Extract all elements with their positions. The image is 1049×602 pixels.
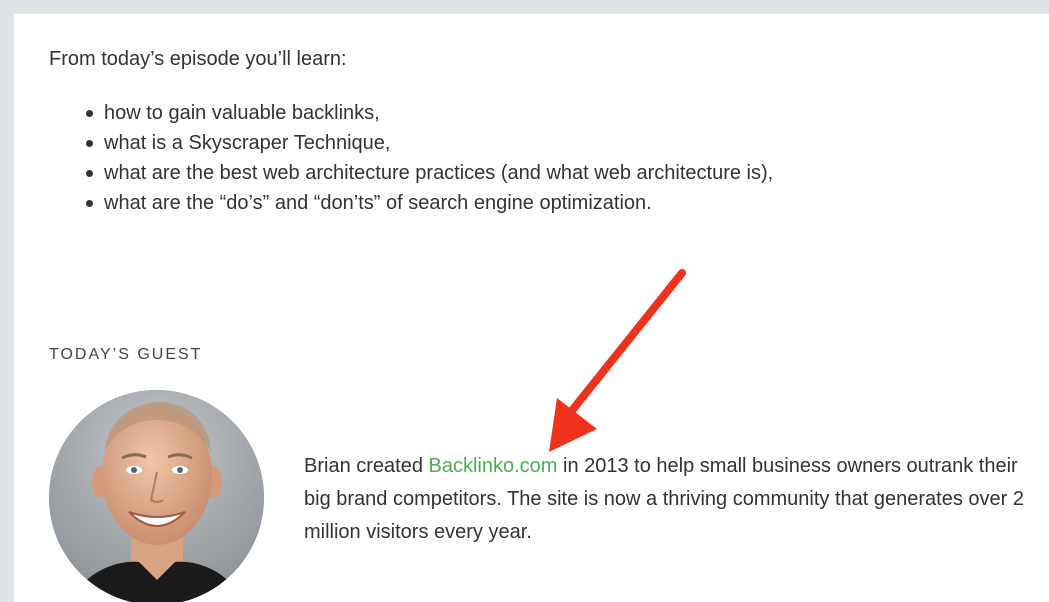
list-item: what is a Skyscraper Technique, xyxy=(84,128,773,158)
bullet-icon xyxy=(86,170,93,177)
lessons-list: how to gain valuable backlinks, what is … xyxy=(84,98,773,218)
guest-section-heading: TODAY’S GUEST xyxy=(49,346,203,363)
lesson-text: what are the best web architecture pract… xyxy=(104,162,774,184)
lesson-text: how to gain valuable backlinks, xyxy=(104,102,380,124)
bio-text-start: Brian created xyxy=(304,455,429,477)
backlinko-link[interactable]: Backlinko.com xyxy=(429,455,558,477)
list-item: what are the best web architecture pract… xyxy=(84,158,773,188)
bullet-icon xyxy=(86,140,93,147)
list-item: what are the “do’s” and “don’ts” of sear… xyxy=(84,188,773,218)
guest-avatar xyxy=(49,390,264,602)
bullet-icon xyxy=(86,200,93,207)
episode-content-card: From today’s episode you’ll learn: how t… xyxy=(14,14,1049,602)
list-item: how to gain valuable backlinks, xyxy=(84,98,773,128)
lesson-text: what are the “do’s” and “don’ts” of sear… xyxy=(104,192,652,214)
guest-bio: Brian created Backlinko.com in 2013 to h… xyxy=(304,450,1044,549)
intro-text: From today’s episode you’ll learn: xyxy=(49,48,347,70)
lesson-text: what is a Skyscraper Technique, xyxy=(104,132,391,154)
bullet-icon xyxy=(86,110,93,117)
